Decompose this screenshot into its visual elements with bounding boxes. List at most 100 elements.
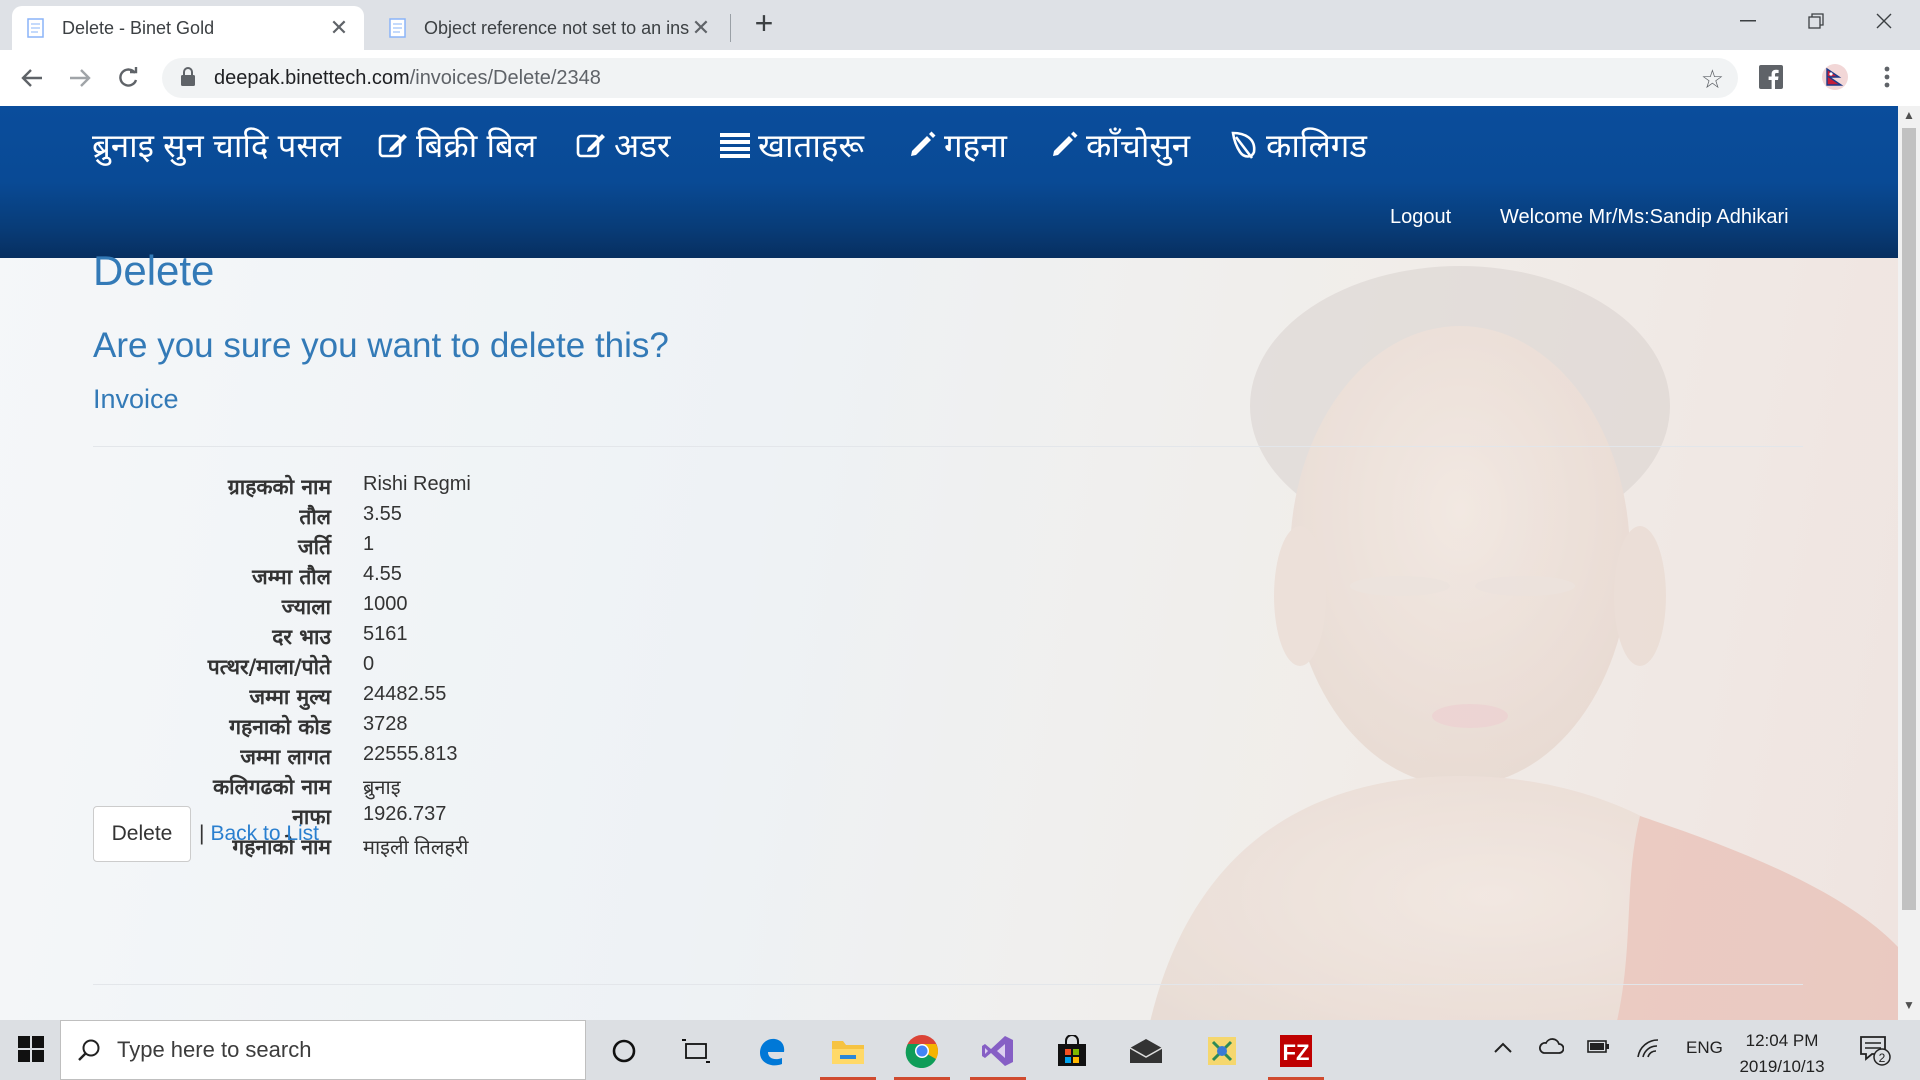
windows-taskbar: Type here to search FZ ENG 12:04 PM 2019… xyxy=(0,1020,1920,1080)
field-value: ब्रुनाइ xyxy=(363,777,401,799)
tab-title: Object reference not set to an ins xyxy=(424,17,690,38)
url-path: /invoices/Delete/2348 xyxy=(409,66,601,89)
cortana-icon[interactable] xyxy=(596,1028,652,1074)
footer-divider xyxy=(93,984,1803,985)
nav-item-order[interactable]: अडर xyxy=(576,122,670,167)
delete-button[interactable]: Delete xyxy=(93,806,191,862)
page-viewport: ब्रुनाइ सुन चादि पसल बिक्री बिल अडर खाता… xyxy=(0,106,1898,1020)
tab-delete-binet-gold[interactable]: Delete - Binet Gold ✕ xyxy=(12,6,364,50)
tab-divider xyxy=(730,14,731,42)
separator: | xyxy=(199,822,205,845)
field-value: Rishi Regmi xyxy=(363,473,471,495)
nav-item-accounts[interactable]: खाताहरू xyxy=(720,122,864,167)
field-label: गहनाको कोड xyxy=(229,715,331,739)
leaf-icon xyxy=(1231,131,1256,159)
windows-start-icon[interactable] xyxy=(18,1036,46,1064)
mail-icon[interactable] xyxy=(1118,1028,1174,1074)
close-tab-icon[interactable]: ✕ xyxy=(690,15,712,41)
nav-item-raw-gold[interactable]: काँचोसुन xyxy=(1050,122,1190,167)
field-label: तौल xyxy=(299,505,331,529)
store-icon[interactable] xyxy=(1044,1028,1100,1074)
logout-link[interactable]: Logout xyxy=(1390,206,1451,229)
scroll-thumb[interactable] xyxy=(1902,128,1916,910)
close-window-icon[interactable] xyxy=(1850,0,1918,42)
facebook-extension-icon[interactable] xyxy=(1756,62,1786,92)
field-value: 1926.737 xyxy=(363,803,447,825)
field-label: ग्राहकको नाम xyxy=(227,475,331,499)
nav-item-label: गहना xyxy=(944,127,1007,164)
notification-center-icon[interactable]: 2 xyxy=(1858,1032,1892,1071)
clock-time: 12:04 PM xyxy=(1745,1031,1819,1050)
field-value: 1000 xyxy=(363,593,408,615)
welcome-user-link[interactable]: Welcome Mr/Ms:Sandip Adhikari xyxy=(1500,206,1789,229)
forward-arrow-icon[interactable] xyxy=(62,60,98,96)
nav-item-sales-bill[interactable]: बिक्री बिल xyxy=(378,122,536,167)
close-tab-icon[interactable]: ✕ xyxy=(328,15,350,41)
filezilla-icon[interactable]: FZ xyxy=(1268,1028,1324,1080)
back-arrow-icon[interactable] xyxy=(14,60,50,96)
taskbar-search[interactable]: Type here to search xyxy=(60,1020,586,1080)
tab-object-reference[interactable]: Object reference not set to an ins ✕ xyxy=(374,6,726,50)
pencil-icon xyxy=(911,131,936,156)
edge-browser-icon[interactable] xyxy=(744,1028,800,1074)
main-content: Delete Are you sure you want to delete t… xyxy=(93,246,1803,985)
field-value: 22555.813 xyxy=(363,743,458,765)
profile-avatar-icon[interactable] xyxy=(1820,62,1850,92)
nav-item-craftsman[interactable]: कालिगड xyxy=(1230,122,1367,167)
input-language[interactable]: ENG xyxy=(1686,1038,1723,1058)
lock-icon[interactable] xyxy=(180,67,200,89)
brand-link[interactable]: ब्रुनाइ सुन चादि पसल xyxy=(92,122,341,167)
scroll-up-icon[interactable]: ▲ xyxy=(1898,108,1920,128)
task-view-icon[interactable] xyxy=(668,1028,724,1074)
field-value: माइली तिलहरी xyxy=(363,837,469,859)
pencil-icon xyxy=(1053,131,1078,156)
form-actions: Delete | Back to List xyxy=(93,806,319,862)
divider xyxy=(93,446,1803,447)
app-navbar: ब्रुनाइ सुन चादि पसल बिक्री बिल अडर खाता… xyxy=(0,106,1898,258)
field-value: 5161 xyxy=(363,623,408,645)
nav-item-jewelry[interactable]: गहना xyxy=(908,122,1007,167)
field-label: दर भाउ xyxy=(272,625,331,649)
new-tab-plus-icon[interactable]: + xyxy=(748,7,780,40)
field-label: जम्मा लागत xyxy=(240,745,331,769)
file-explorer-icon[interactable] xyxy=(820,1028,876,1080)
restore-icon[interactable] xyxy=(1782,0,1850,42)
edit-icon xyxy=(378,133,407,157)
tab-title: Delete - Binet Gold xyxy=(62,17,215,38)
minimize-icon[interactable] xyxy=(1714,0,1782,42)
page-icon xyxy=(26,17,46,39)
nav-item-label: खाताहरू xyxy=(758,127,865,164)
page-title: Delete xyxy=(93,247,215,294)
onedrive-cloud-icon[interactable] xyxy=(1538,1038,1565,1059)
visual-studio-icon[interactable] xyxy=(970,1028,1026,1080)
reload-icon[interactable] xyxy=(110,60,146,96)
scroll-down-icon[interactable]: ▼ xyxy=(1898,998,1920,1018)
notification-count: 2 xyxy=(1879,1051,1886,1065)
system-clock[interactable]: 12:04 PM 2019/10/13 xyxy=(1730,1028,1834,1080)
sql-tool-icon[interactable] xyxy=(1194,1028,1250,1074)
more-options-icon[interactable] xyxy=(1872,62,1902,92)
wifi-icon[interactable] xyxy=(1636,1038,1660,1063)
section-subtitle: Invoice xyxy=(93,384,179,414)
field-value: 3728 xyxy=(363,713,408,735)
field-value: 1 xyxy=(363,533,375,555)
field-label: पत्थर/माला/पोते xyxy=(207,655,331,679)
browser-toolbar: deepak.binettech.com/invoices/Delete/234… xyxy=(0,50,1920,106)
search-placeholder: Type here to search xyxy=(117,1037,312,1062)
page-scrollbar[interactable]: ▲ ▼ xyxy=(1898,106,1920,1020)
bookmark-star-icon[interactable]: ☆ xyxy=(1701,64,1724,95)
list-icon xyxy=(720,132,750,158)
field-label: जर्ति xyxy=(298,535,331,559)
back-to-list-link[interactable]: Back to List xyxy=(210,822,319,846)
field-value: 4.55 xyxy=(363,563,402,585)
show-hidden-icons-chevron-icon[interactable] xyxy=(1494,1038,1512,1058)
url-domain: deepak.binettech.com xyxy=(214,66,410,89)
nav-item-label: कालिगड xyxy=(1266,127,1368,164)
clock-date: 2019/10/13 xyxy=(1739,1057,1825,1076)
battery-icon[interactable] xyxy=(1586,1038,1610,1059)
field-label: जम्मा मुल्य xyxy=(249,685,331,709)
edit-icon xyxy=(576,133,605,157)
address-bar[interactable]: deepak.binettech.com/invoices/Delete/234… xyxy=(162,58,1738,98)
field-value: 24482.55 xyxy=(363,683,447,705)
chrome-icon[interactable] xyxy=(894,1028,950,1080)
